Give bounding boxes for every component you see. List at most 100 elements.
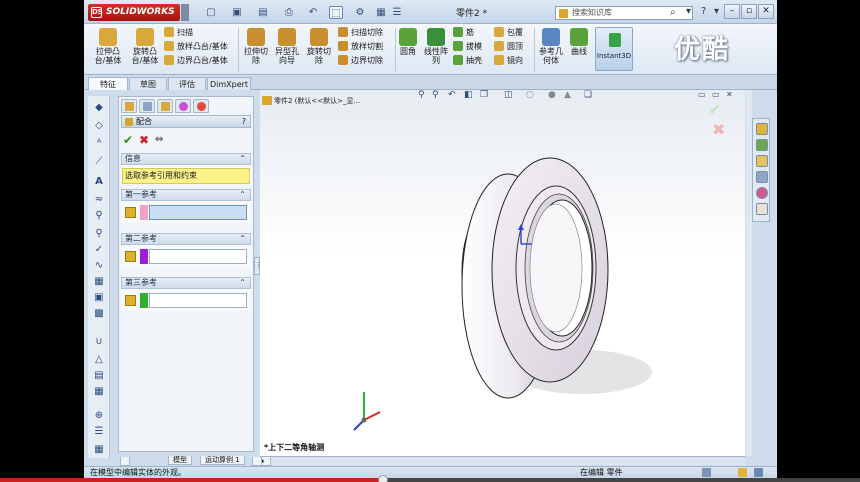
search-dropdown-icon[interactable]: ▾ — [686, 6, 691, 17]
block-icon[interactable]: ▣ — [93, 292, 105, 304]
video-progress-bar[interactable] — [0, 475, 860, 482]
video-progress-knob[interactable] — [377, 475, 388, 482]
sweep-button[interactable]: 扫描 — [164, 27, 193, 38]
triangle-icon[interactable]: △ — [93, 354, 105, 366]
info-group-header[interactable]: 信息 ⌃ — [121, 153, 251, 165]
rebuild-status-icon[interactable] — [702, 468, 711, 477]
help-icon[interactable]: ? — [242, 116, 246, 127]
instant3d-button[interactable]: Instant3D — [595, 27, 633, 71]
extrude-cut-button[interactable]: 拉伸切 除 — [241, 28, 271, 65]
cancel-button[interactable]: ✖ — [139, 133, 149, 147]
linear-pattern-button[interactable]: 线性阵 列 — [422, 28, 450, 65]
third-reference-selection-box[interactable] — [149, 293, 247, 308]
text-icon[interactable]: A — [93, 176, 105, 188]
solidworks-resources-icon[interactable] — [756, 123, 768, 135]
abc-note-icon[interactable]: ᴬ — [93, 138, 105, 150]
line-icon[interactable]: ⟋ — [93, 156, 105, 168]
appearances-icon[interactable] — [756, 187, 768, 199]
check-mark-icon[interactable]: ✓ — [93, 244, 105, 256]
second-reference-header[interactable]: 第二参考 ⌃ — [121, 233, 251, 245]
smart-dimension-icon[interactable]: ◆ — [93, 102, 105, 114]
close-button[interactable]: ✕ — [758, 4, 774, 19]
view-name-label: *上下二等角轴测 — [264, 443, 325, 452]
wave-icon[interactable]: ≈ — [93, 194, 105, 206]
table-icon[interactable]: ▦ — [93, 444, 105, 456]
magnet-icon[interactable]: ∪ — [93, 336, 105, 348]
fillet-button[interactable]: 圆角 — [396, 28, 420, 56]
tab-dimxpert[interactable]: DimXpert — [207, 77, 251, 90]
gradient-icon[interactable]: ▤ — [93, 370, 105, 382]
file-properties-icon[interactable]: ▦ — [374, 6, 388, 19]
options-icon[interactable]: ☰ — [390, 6, 404, 19]
collapse-chevron-icon[interactable]: ⌃ — [239, 154, 246, 164]
display-manager-tab[interactable] — [193, 99, 209, 113]
search-icon[interactable]: ⌕ — [670, 7, 676, 18]
crosshair-icon[interactable]: ⊕ — [93, 410, 105, 422]
print-icon[interactable]: ⎙ — [282, 6, 296, 19]
lofted-cut-button[interactable]: 放样切割 — [338, 41, 383, 52]
minimize-button[interactable]: – — [724, 4, 740, 19]
revolve-cut-label: 旋转切 除 — [307, 47, 331, 65]
hole-wizard-button[interactable]: 异型孔 向导 — [272, 28, 302, 65]
property-manager-tab[interactable] — [139, 99, 155, 113]
swept-cut-button[interactable]: 扫描切除 — [338, 27, 383, 38]
collapse-chevron-icon[interactable]: ⌃ — [239, 278, 246, 288]
undo-icon[interactable]: ↶ — [306, 6, 320, 19]
first-reference-header[interactable]: 第一参考 ⌃ — [121, 189, 251, 201]
rib-button[interactable]: 筋 — [453, 27, 474, 38]
first-reference-selection-box[interactable] — [149, 205, 247, 220]
help-dropdown-icon[interactable]: ▾ — [714, 6, 719, 17]
zoom-icon[interactable]: ⚲ — [93, 210, 105, 222]
dome-button[interactable]: 圆顶 — [494, 41, 523, 52]
mirror-button[interactable]: 镜向 — [494, 55, 523, 66]
shell-button[interactable]: 抽壳 — [453, 55, 482, 66]
revolve-cut-button[interactable]: 旋转切 除 — [304, 28, 334, 65]
list-icon[interactable]: ☰ — [93, 426, 105, 438]
file-explorer-icon[interactable] — [756, 155, 768, 167]
loft-boss-button[interactable]: 放样凸台/基体 — [164, 41, 228, 52]
tab-features[interactable]: 特征 — [88, 77, 128, 90]
draft-button[interactable]: 拔模 — [453, 41, 482, 52]
revolve-boss-button[interactable]: 旋转凸 台/基体 — [127, 28, 163, 65]
menu-expand-arrow[interactable] — [181, 4, 189, 21]
boundary-boss-button[interactable]: 边界凸台/基体 — [164, 55, 228, 66]
quick-tips-icon[interactable] — [754, 468, 763, 477]
tab-evaluate[interactable]: 评估 — [168, 77, 206, 90]
configuration-manager-tab[interactable] — [157, 99, 173, 113]
reference-geometry-button[interactable]: 参考几 何体 — [536, 28, 566, 65]
pin-icon[interactable]: ⇔ — [155, 133, 163, 147]
graphics-area[interactable]: 零件2 (默认<<默认>_显... ⚲ ⚲ ↶ ◧ ❒ ◫ ◌ ● ▲ ❏ ▭ … — [260, 90, 745, 456]
extrude-boss-button[interactable]: 拉伸凸 台/基体 — [90, 28, 126, 65]
tab-model[interactable]: 模型 — [168, 456, 192, 465]
ok-button[interactable]: ✔ — [123, 133, 133, 147]
custom-properties-icon[interactable] — [756, 203, 768, 215]
restore-button[interactable]: ▫ — [741, 4, 757, 19]
help-icon[interactable]: ? — [701, 6, 706, 17]
rebuild-icon[interactable]: ⚙ — [353, 6, 367, 19]
collapse-chevron-icon[interactable]: ⌃ — [239, 234, 246, 244]
view-palette-icon[interactable] — [756, 171, 768, 183]
grid-icon[interactable]: ▦ — [93, 386, 105, 398]
open-folder-icon[interactable]: ▣ — [230, 6, 244, 19]
second-reference-selection-box[interactable] — [149, 249, 247, 264]
sketch-icon[interactable]: ◇ — [93, 120, 105, 132]
tab-sketch[interactable]: 草图 — [129, 77, 167, 90]
spline-icon[interactable]: ∿ — [93, 260, 105, 272]
select-icon[interactable]: ⬚ — [329, 6, 343, 19]
zoom-area-icon[interactable]: ⚲ — [93, 228, 105, 240]
feature-manager-tab[interactable] — [121, 99, 137, 113]
tab-motion-study[interactable]: 运动算例 1 — [200, 456, 245, 465]
save-icon[interactable]: ▤ — [256, 6, 270, 19]
solidworks-logo[interactable]: DS SOLIDWORKS — [88, 4, 180, 21]
pattern-icon[interactable]: ▩ — [93, 308, 105, 320]
boundary-cut-button[interactable]: 边界切除 — [338, 55, 383, 66]
curves-button[interactable]: 曲线 — [566, 28, 592, 56]
wrap-button[interactable]: 包覆 — [494, 27, 523, 38]
new-document-icon[interactable]: ▢ — [204, 6, 218, 19]
units-icon[interactable] — [738, 468, 747, 477]
third-reference-header[interactable]: 第三参考 ⌃ — [121, 277, 251, 289]
table-icon[interactable]: ▦ — [93, 276, 105, 288]
dimxpert-manager-tab[interactable] — [175, 99, 191, 113]
collapse-chevron-icon[interactable]: ⌃ — [239, 190, 246, 200]
design-library-icon[interactable] — [756, 139, 768, 151]
